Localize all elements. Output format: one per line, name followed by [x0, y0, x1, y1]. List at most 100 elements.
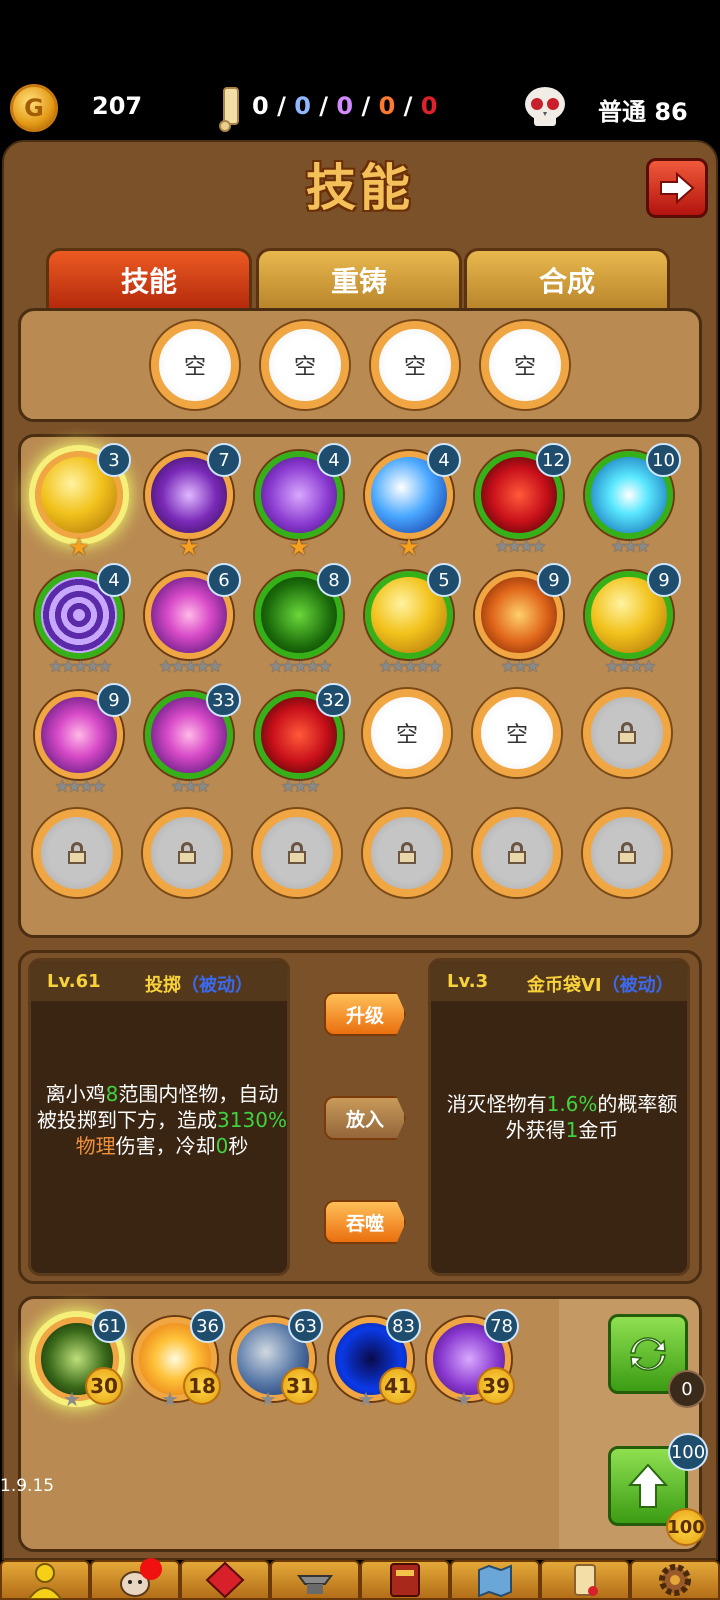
- nav-skills[interactable]: [180, 1560, 270, 1600]
- skill-item[interactable]: 9 ★★★★: [35, 683, 131, 797]
- difficulty-label: 普通 86: [598, 98, 688, 126]
- skill-item[interactable]: 3 ★: [35, 443, 131, 561]
- skill-level: Lv.61: [47, 971, 101, 992]
- skill-count-badge: 36: [190, 1309, 225, 1343]
- equipped-skill[interactable]: 78 39 ★: [427, 1309, 519, 1411]
- lock-icon: [178, 842, 196, 864]
- skill-item[interactable]: 9 ★★★: [475, 563, 571, 677]
- grey-stars-icon: ★★★: [170, 777, 211, 797]
- gold-star-icon: ★: [288, 533, 310, 561]
- skill-item[interactable]: 5 ★★★★★: [365, 563, 461, 677]
- grey-stars-icon: ★★★★★: [268, 657, 332, 677]
- empty-slot[interactable]: 空: [473, 689, 561, 777]
- skill-item[interactable]: 4 ★: [255, 443, 351, 561]
- selected-skill-info: Lv.61 投掷（被动） 离小鸡8范围内怪物，自动被投掷到下方，造成3130%物…: [28, 958, 290, 1276]
- skill-item[interactable]: 32 ★★★: [255, 683, 351, 797]
- grey-star-icon: ★: [455, 1387, 473, 1411]
- skill-level-badge: 3: [97, 443, 131, 477]
- equipped-skill[interactable]: 83 41 ★: [329, 1309, 421, 1411]
- empty-slot[interactable]: 空: [363, 689, 451, 777]
- grey-star-icon: ★: [357, 1387, 375, 1411]
- locked-slot[interactable]: [363, 809, 451, 897]
- skill-count-badge: 61: [92, 1309, 127, 1343]
- page-title: 技能: [306, 158, 414, 217]
- scroll-quest-icon: [574, 1564, 598, 1596]
- skill-item[interactable]: 9 ★★★★: [585, 563, 681, 677]
- locked-slot[interactable]: [583, 689, 671, 777]
- locked-slot[interactable]: [143, 809, 231, 897]
- skill-item[interactable]: 4 ★: [365, 443, 461, 561]
- skill-item[interactable]: 8 ★★★★★: [255, 563, 351, 677]
- gold-star-icon: ★: [178, 533, 200, 561]
- tab-reforge[interactable]: 重铸: [256, 248, 462, 308]
- empty-label: 空: [183, 355, 206, 380]
- skill-level-badge: 10: [646, 443, 681, 477]
- skill-level-badge: 39: [477, 1367, 515, 1405]
- locked-slot[interactable]: [33, 809, 121, 897]
- skill-inventory-grid: 3 ★ 7 ★ 4 ★ 4 ★ 12 ★★★★ 10 ★★★ 4 ★★★★★ 6 ★★★★★ 8 ★★★★★ 5 ★★…: [18, 434, 702, 938]
- equip-slots-box: 空 空 空 空: [18, 308, 702, 422]
- gold-star-icon: ★: [398, 533, 420, 561]
- sword-gem-icon: [205, 1561, 245, 1599]
- skill-level: Lv.3: [447, 971, 489, 992]
- skill-name: 金币袋VI（被动）: [527, 975, 674, 996]
- version-label: 1.9.15: [0, 1476, 55, 1496]
- devour-button[interactable]: 吞噬: [324, 1200, 406, 1244]
- nav-pet[interactable]: [90, 1558, 180, 1600]
- nav-book[interactable]: [360, 1560, 450, 1600]
- grey-stars-icon: ★★★: [610, 537, 651, 557]
- skill-level-badge: 18: [183, 1367, 221, 1405]
- skill-item[interactable]: 4 ★★★★★: [35, 563, 131, 677]
- upgrade-button[interactable]: 升级: [324, 992, 406, 1036]
- equipped-skill[interactable]: 63 31 ★: [231, 1309, 323, 1411]
- anvil-icon: [297, 1575, 333, 1594]
- tab-skills[interactable]: 技能: [46, 248, 252, 308]
- skill-description: 消灭怪物有1.6%的概率额外获得1金币: [446, 1092, 678, 1142]
- nav-map[interactable]: [450, 1560, 540, 1600]
- empty-label: 空: [513, 355, 536, 380]
- skill-item[interactable]: 33 ★★★: [145, 683, 241, 797]
- locked-slot[interactable]: [473, 809, 561, 897]
- lock-icon: [288, 842, 306, 864]
- nav-quest[interactable]: [540, 1560, 630, 1600]
- locked-slot[interactable]: [583, 809, 671, 897]
- grey-stars-icon: ★★★★★: [378, 657, 442, 677]
- insert-button[interactable]: 放入: [324, 1096, 406, 1140]
- empty-label: 空: [395, 723, 418, 748]
- skill-level-badge: 33: [206, 683, 241, 717]
- skill-item[interactable]: 12 ★★★★: [475, 443, 571, 557]
- upgrade-level-badge: 100: [666, 1508, 706, 1546]
- nav-hero[interactable]: [0, 1560, 90, 1600]
- skill-name: 投掷（被动）: [145, 975, 253, 996]
- locked-slot[interactable]: [253, 809, 341, 897]
- skill-level-badge: 12: [536, 443, 571, 477]
- skull-icon: [525, 87, 565, 126]
- skill-level-badge: 31: [281, 1367, 319, 1405]
- empty-slot[interactable]: 空: [261, 321, 349, 409]
- refresh-icon: [630, 1337, 666, 1371]
- equipped-skill[interactable]: 36 18 ★: [133, 1309, 225, 1411]
- skill-level-badge: 30: [85, 1367, 123, 1405]
- empty-slot[interactable]: 空: [371, 321, 459, 409]
- lock-icon: [68, 842, 86, 864]
- nav-forge[interactable]: [270, 1560, 360, 1600]
- empty-slot[interactable]: 空: [151, 321, 239, 409]
- top-bar: G 207 0 / 0 / 0 / 0 / 0 普通 86: [0, 80, 720, 136]
- skill-item[interactable]: 10 ★★★: [585, 443, 681, 557]
- skill-level-badge: 4: [427, 443, 461, 477]
- exit-button[interactable]: [646, 158, 708, 218]
- grey-stars-icon: ★★★★★: [48, 657, 112, 677]
- skill-level-badge: 9: [97, 683, 131, 717]
- skill-item[interactable]: 6 ★★★★★: [145, 563, 241, 677]
- skill-level-badge: 32: [316, 683, 351, 717]
- grey-stars-icon: ★★★: [500, 657, 541, 677]
- skill-level-badge: 8: [317, 563, 351, 597]
- skill-item[interactable]: 7 ★: [145, 443, 241, 561]
- upgrade-cost-badge: 100: [668, 1433, 708, 1471]
- equipped-skill[interactable]: 61 30 ★: [35, 1309, 127, 1411]
- tab-synthesize[interactable]: 合成: [464, 248, 670, 308]
- empty-slot[interactable]: 空: [481, 321, 569, 409]
- map-icon: [478, 1564, 512, 1598]
- nav-settings[interactable]: [630, 1560, 720, 1600]
- gold-amount: 207: [92, 92, 143, 120]
